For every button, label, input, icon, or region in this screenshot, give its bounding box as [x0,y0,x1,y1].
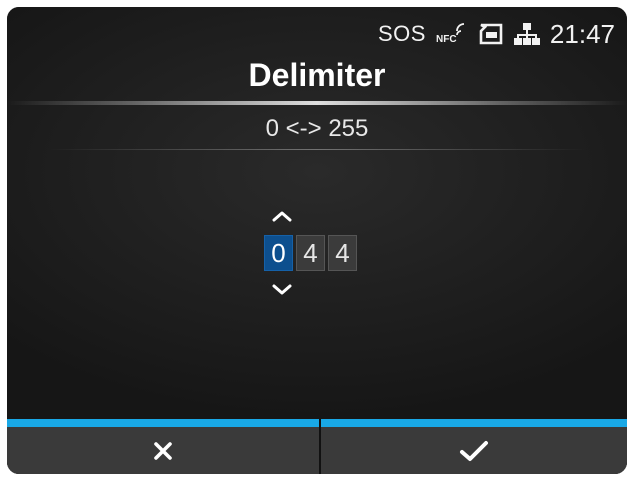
confirm-button[interactable] [321,419,627,474]
digit-tens[interactable]: 4 [296,235,325,271]
soft-key-bar [7,419,627,474]
page-title: Delimiter [248,57,386,93]
sd-card-icon [478,23,504,45]
clock: 21:47 [549,18,615,49]
range-divider [47,149,587,150]
sos-indicator: SOS [377,21,426,46]
value-range: 0 <-> 255 [265,115,369,142]
title-divider [7,101,627,105]
cancel-button[interactable] [7,419,319,474]
increment-button[interactable] [269,205,295,227]
chevron-down-icon [272,284,292,295]
network-icon [513,22,540,46]
digit-ones[interactable]: 4 [328,235,357,271]
check-icon [460,440,488,461]
status-bar: SOS NFC 21:47 [378,19,615,49]
digit-hundreds[interactable]: 0 [264,235,293,271]
main-screen: SOS NFC 21:47 Delimiter 0 <-> 255 0 4 4 [7,7,627,419]
close-icon [154,441,172,460]
nfc-icon: NFC [436,23,468,45]
svg-text:NFC: NFC [436,34,457,45]
decrement-button[interactable] [269,279,295,301]
chevron-up-icon [272,211,292,222]
digit-stepper: 0 4 4 [264,235,357,271]
device-screen-frame: SOS NFC 21:47 Delimiter 0 <-> 255 0 4 4 [7,7,627,474]
